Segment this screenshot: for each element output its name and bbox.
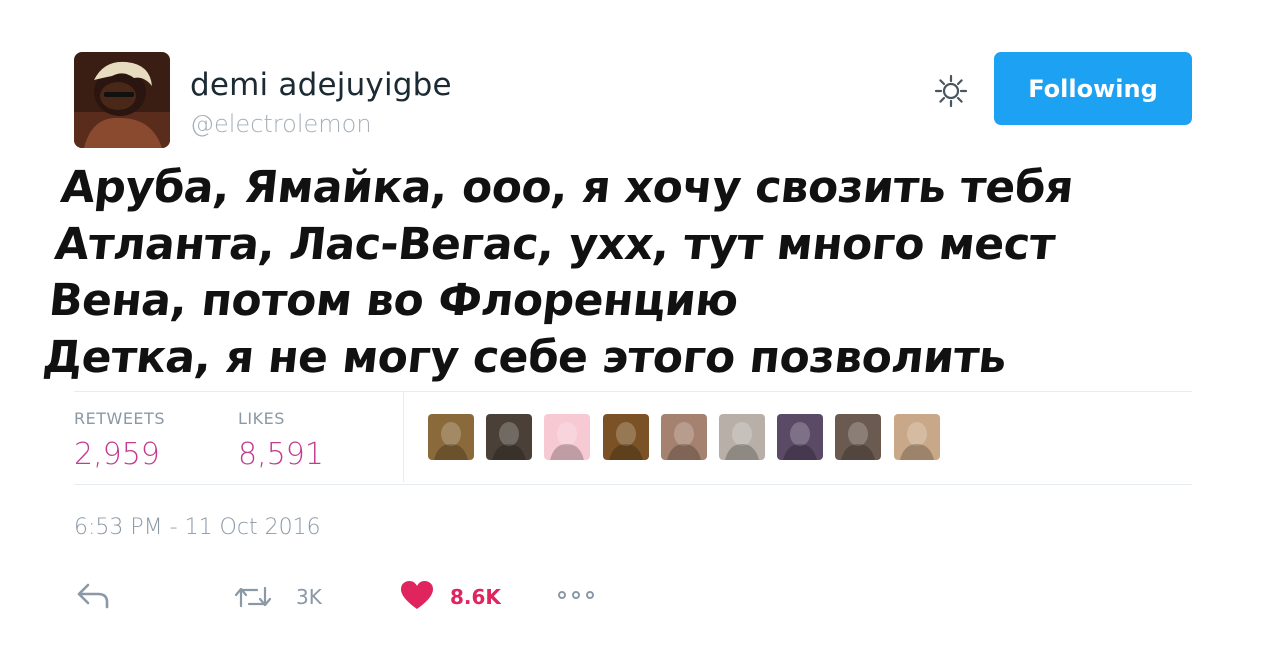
liker-avatar-1[interactable] [428, 414, 474, 460]
stats-separator [403, 392, 404, 482]
liker-avatar-4[interactable] [602, 414, 649, 460]
retweets-label: RETWEETS [74, 409, 165, 428]
like-count[interactable]: 8.6K [450, 585, 501, 609]
tweet-line: Атланта, Лас-Вегас, ухх, тут много мест [52, 218, 1058, 270]
reply-icon[interactable] [76, 582, 110, 615]
liker-avatar-6[interactable] [719, 414, 765, 460]
liker-avatar-9[interactable] [893, 414, 940, 460]
more-icon[interactable] [556, 588, 596, 607]
heart-icon[interactable] [400, 580, 434, 615]
tweet-line: Вена, потом во Флоренцию [46, 275, 741, 326]
divider [74, 391, 1192, 392]
following-button[interactable]: Following [994, 52, 1192, 125]
retweet-count[interactable]: 3K [296, 585, 322, 609]
liker-avatar-8[interactable] [835, 414, 882, 460]
tweet-line: Аруба, Ямайка, ооо, я хочу свозить тебя [58, 162, 1076, 213]
user-handle[interactable]: @electrolemon [190, 110, 372, 138]
retweet-icon[interactable] [233, 584, 273, 615]
display-name[interactable]: demi adejuyigbe [190, 67, 452, 103]
tweet-text: Аруба, Ямайка, ооо, я хочу свозить тебя … [40, 160, 1204, 386]
tweet-line: Детка, я не могу себе этого позволить [40, 331, 1009, 383]
liker-avatar-5[interactable] [660, 414, 707, 460]
tweet-timestamp[interactable]: 6:53 PM - 11 Oct 2016 [74, 515, 321, 540]
liker-avatar-7[interactable] [777, 414, 824, 460]
likes-count[interactable]: 8,591 [238, 437, 324, 472]
retweets-count[interactable]: 2,959 [74, 437, 160, 472]
likes-label: LIKES [238, 409, 285, 428]
liker-avatar-2[interactable] [486, 414, 533, 460]
gear-icon[interactable] [933, 73, 969, 109]
liker-avatar-3[interactable] [544, 414, 591, 460]
user-avatar[interactable] [74, 52, 170, 148]
divider [74, 484, 1192, 485]
